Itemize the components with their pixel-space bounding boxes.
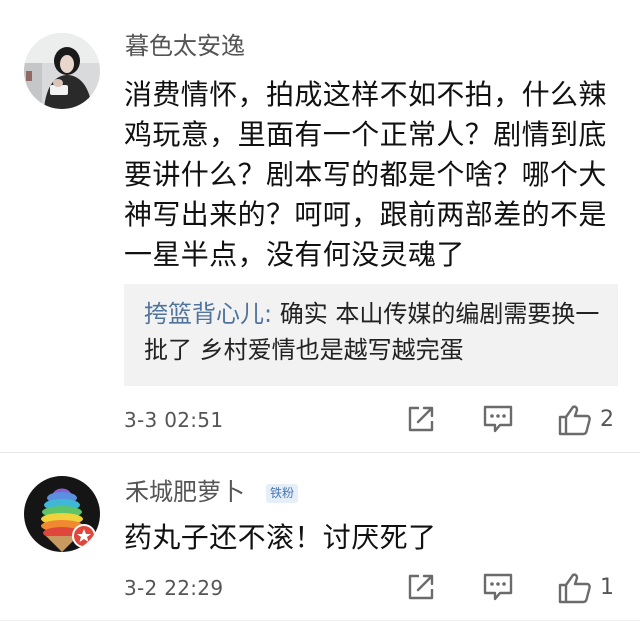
comment-divider	[0, 620, 640, 621]
comment-text: 消费情怀，拍成这样不如不拍，什么辣鸡玩意，里面有一个正常人？剧情到底要讲什么？剧…	[124, 78, 607, 271]
share-button[interactable]	[406, 404, 438, 436]
share-icon	[408, 406, 434, 432]
comment-button[interactable]	[482, 404, 514, 436]
username[interactable]: 禾城肥萝卜	[125, 477, 245, 507]
thumbs-up-icon	[558, 405, 591, 436]
comment-item: 禾城肥萝卜 铁粉 药丸子还不滚！讨厌死了 3-2 22:29 1	[0, 453, 640, 640]
comment-icon	[483, 573, 513, 601]
timestamp: 3-3 02:51	[124, 408, 224, 432]
like-count: 2	[600, 407, 614, 432]
share-button[interactable]	[406, 572, 438, 604]
avatar-image	[24, 33, 100, 109]
comment-feed: 暮色太安逸 消费情怀，拍成这样不如不拍，什么辣鸡玩意，里面有一个正常人？剧情到底…	[0, 0, 640, 640]
like-button[interactable]: 1	[558, 572, 628, 604]
thumbs-up-icon	[558, 573, 591, 604]
comment-button[interactable]	[482, 572, 514, 604]
comment-text: 药丸子还不滚！讨厌死了	[124, 521, 437, 554]
like-count: 1	[600, 575, 614, 600]
username[interactable]: 暮色太安逸	[125, 31, 245, 61]
timestamp: 3-2 22:29	[124, 576, 224, 600]
avatar-image	[24, 476, 100, 552]
comment-actions: 3-2 22:29 1	[0, 570, 640, 606]
reply-content: 挎篮背心儿: 确实 本山传媒的编剧需要换一批了 乡村爱情也是越写越完蛋	[144, 296, 614, 368]
reply-preview[interactable]: 挎篮背心儿: 确实 本山传媒的编剧需要换一批了 乡村爱情也是越写越完蛋	[124, 284, 618, 386]
share-icon	[408, 574, 434, 600]
comment-item: 暮色太安逸 消费情怀，拍成这样不如不拍，什么辣鸡玩意，里面有一个正常人？剧情到底…	[0, 0, 640, 452]
like-button[interactable]: 2	[558, 404, 628, 436]
fan-badge: 铁粉	[266, 484, 299, 503]
avatar[interactable]	[24, 476, 100, 552]
comment-icon	[483, 405, 513, 433]
comment-actions: 3-3 02:51 2	[0, 402, 640, 438]
reply-author[interactable]: 挎篮背心儿:	[144, 300, 272, 328]
avatar[interactable]	[24, 33, 100, 109]
